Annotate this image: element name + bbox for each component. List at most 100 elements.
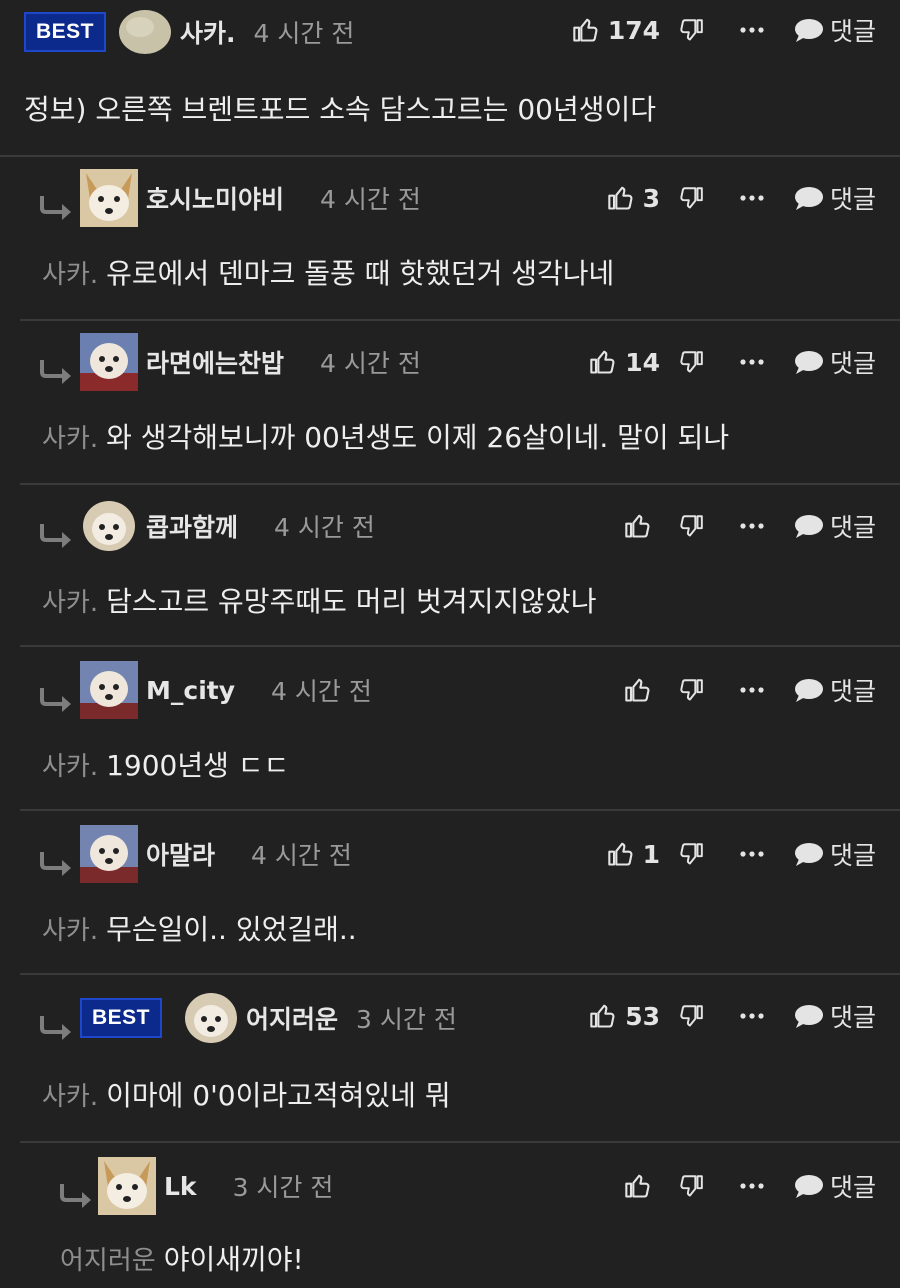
dislike-button[interactable] (660, 1173, 722, 1199)
best-badge: BEST (24, 12, 107, 52)
avatar[interactable] (80, 497, 138, 555)
timestamp: 4 시간 전 (274, 513, 375, 542)
reply-arrow-icon (40, 196, 71, 220)
more-options-button[interactable] (722, 358, 782, 366)
timestamp: 4 시간 전 (253, 19, 355, 48)
reply-button[interactable]: 댓글 (782, 508, 876, 544)
more-options-button[interactable] (722, 850, 782, 858)
author-nickname[interactable]: 라면에는찬밥 (146, 344, 284, 380)
thumbs-up-icon (625, 678, 650, 702)
author-nickname[interactable]: 어지러운 (246, 1000, 338, 1036)
divider (0, 155, 900, 157)
thumbs-down-icon (680, 515, 703, 537)
speech-bubble-icon (794, 679, 823, 702)
reply-arrow-icon (40, 360, 71, 384)
thumbs-up-icon (573, 18, 598, 42)
speech-bubble-icon (794, 1005, 823, 1028)
thumbs-down-icon (680, 187, 703, 209)
timestamp: 3 시간 전 (232, 1173, 334, 1202)
like-button[interactable]: 14 (550, 348, 660, 377)
comment-text: 사카. 1900년생 ㄷㄷ (42, 744, 289, 784)
reply-arrow-icon (40, 524, 71, 548)
like-button[interactable] (550, 676, 660, 704)
avatar[interactable] (98, 1157, 156, 1215)
speech-bubble-icon (794, 515, 823, 538)
more-dots-icon (740, 27, 764, 33)
like-button[interactable]: 3 (550, 184, 660, 213)
avatar[interactable] (116, 3, 174, 61)
reply-label: 댓글 (829, 841, 876, 870)
avatar[interactable] (182, 989, 240, 1047)
author-nickname[interactable]: 아말라 (146, 836, 215, 872)
author-nickname[interactable]: M_city (146, 676, 235, 705)
mention[interactable]: 사카. (42, 424, 98, 454)
dislike-button[interactable] (660, 513, 722, 539)
reply-button[interactable]: 댓글 (782, 12, 876, 48)
divider (20, 645, 900, 647)
avatar[interactable] (80, 825, 138, 883)
mention[interactable]: 사카. (42, 1082, 98, 1112)
more-options-button[interactable] (722, 194, 782, 202)
comment-body: 와 생각해보니까 00년생도 이제 26살이네. 말이 되나 (106, 421, 730, 454)
author-nickname[interactable]: 콥과함께 (146, 508, 238, 544)
like-button[interactable]: 174 (550, 16, 660, 45)
best-badge: BEST (80, 998, 163, 1038)
comment-body: 1900년생 ㄷㄷ (106, 749, 290, 782)
comment-text: 어지러운 야이새끼야! (60, 1238, 304, 1278)
mention[interactable]: 사카. (42, 752, 98, 782)
like-count: 174 (607, 15, 660, 45)
dislike-button[interactable] (660, 17, 722, 43)
thumbs-down-icon (680, 843, 703, 865)
comment-item: BEST 어지러운 3 시간 전 53 댓글 사카. 이마에 0'0이라고적혀있네… (0, 978, 900, 1142)
mention[interactable]: 어지러운 (60, 1246, 156, 1276)
more-options-button[interactable] (722, 522, 782, 530)
mention[interactable]: 사카. (42, 260, 98, 290)
speech-bubble-icon (794, 351, 823, 374)
reply-button[interactable]: 댓글 (782, 672, 876, 708)
like-button[interactable] (550, 512, 660, 540)
like-button[interactable] (550, 1172, 660, 1200)
thumbs-down-icon (680, 351, 703, 373)
dislike-button[interactable] (660, 185, 722, 211)
thumbs-down-icon (680, 19, 703, 41)
divider (20, 973, 900, 975)
timestamp: 4 시간 전 (320, 185, 421, 214)
reply-button[interactable]: 댓글 (782, 344, 876, 380)
like-count: 14 (625, 347, 660, 377)
mention[interactable]: 사카. (42, 588, 98, 618)
more-options-button[interactable] (722, 686, 782, 694)
avatar[interactable] (80, 333, 138, 391)
dislike-button[interactable] (660, 677, 722, 703)
more-options-button[interactable] (722, 1182, 782, 1190)
more-options-button[interactable] (722, 1012, 782, 1020)
thumbs-down-icon (680, 1005, 703, 1027)
speech-bubble-icon (794, 187, 823, 210)
thumbs-up-icon (607, 842, 633, 866)
author-nickname[interactable]: 사카. (180, 14, 236, 50)
mention[interactable]: 사카. (42, 916, 98, 946)
reply-button[interactable]: 댓글 (782, 836, 876, 872)
thumbs-down-icon (680, 1175, 703, 1197)
divider (20, 1141, 900, 1143)
more-options-button[interactable] (722, 26, 782, 34)
dislike-button[interactable] (660, 841, 722, 867)
reply-label: 댓글 (829, 17, 876, 46)
reply-button[interactable]: 댓글 (782, 180, 876, 216)
like-button[interactable]: 53 (550, 1002, 660, 1031)
avatar[interactable] (80, 169, 138, 227)
comment-text: 사카. 와 생각해보니까 00년생도 이제 26살이네. 말이 되나 (42, 416, 729, 456)
timestamp: 4 시간 전 (251, 841, 352, 870)
reply-label: 댓글 (829, 677, 876, 706)
divider (20, 319, 900, 321)
dislike-button[interactable] (660, 1003, 722, 1029)
dislike-button[interactable] (660, 349, 722, 375)
avatar[interactable] (80, 661, 138, 719)
reply-arrow-icon (40, 688, 71, 712)
author-nickname[interactable]: 호시노미야비 (146, 180, 284, 216)
reply-button[interactable]: 댓글 (782, 998, 876, 1034)
comment-body: 정보) 오른쪽 브렌트포드 소속 담스고르는 00년생이다 (24, 93, 657, 126)
reply-button[interactable]: 댓글 (782, 1168, 876, 1204)
comment-body: 이마에 0'0이라고적혀있네 뭐 (106, 1079, 451, 1112)
like-button[interactable]: 1 (550, 840, 660, 869)
author-nickname[interactable]: Lk (164, 1172, 197, 1201)
